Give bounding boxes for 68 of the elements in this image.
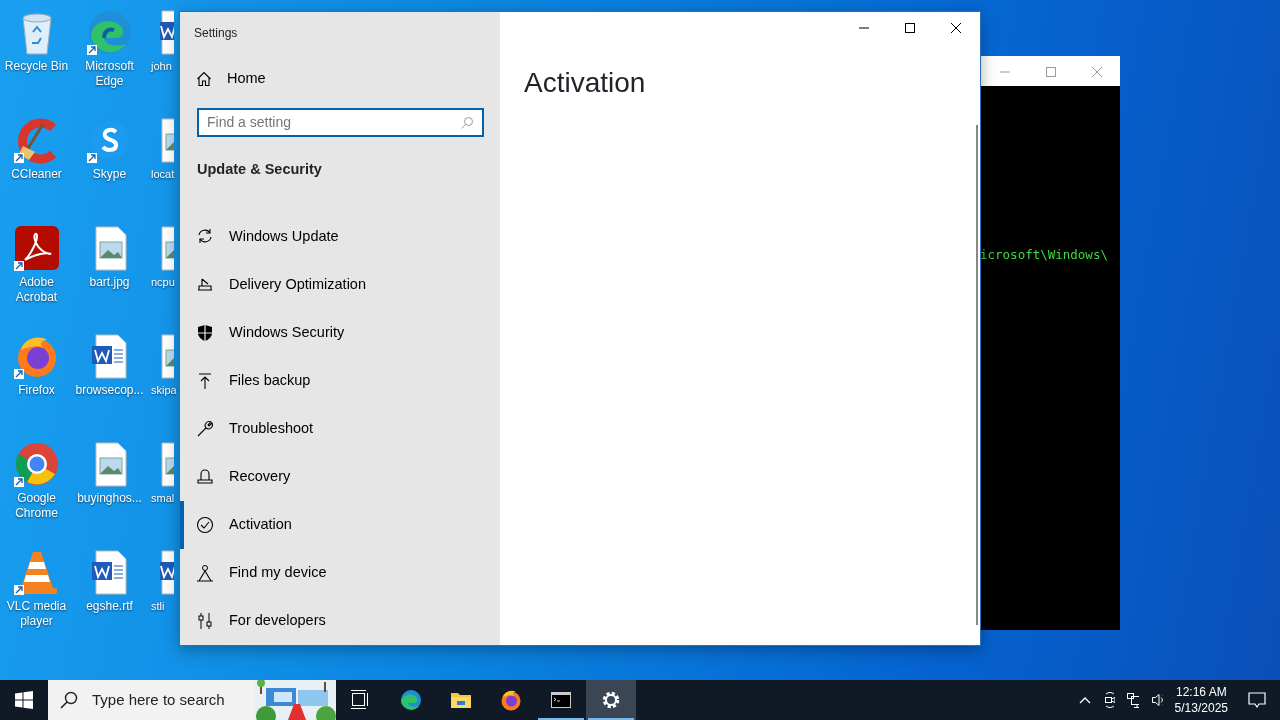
nav-item[interactable]: Activation: [180, 501, 500, 549]
windows-logo-icon: [15, 691, 33, 709]
nav-item[interactable]: For developers: [180, 597, 500, 645]
desktop-shortcut[interactable]: Adobe Acrobat: [0, 224, 73, 305]
desktop-shortcut[interactable]: browsecop...: [73, 332, 146, 398]
search-field[interactable]: Find a setting: [197, 108, 484, 138]
desktop-shortcut[interactable]: Firefox: [0, 332, 73, 398]
chevron-up-icon: [1078, 696, 1091, 704]
document-icon: [160, 548, 174, 596]
close-icon: [1091, 66, 1103, 78]
desktop-shortcut[interactable]: CCleaner: [0, 116, 73, 182]
image-file-icon: [160, 332, 174, 380]
browser-icon: [400, 689, 422, 711]
taskbar-search-field[interactable]: Type here to search: [48, 680, 336, 720]
notification-icon: [1248, 691, 1266, 709]
image-file-icon: [160, 116, 174, 164]
desktop-shortcut[interactable]: bart.jpg: [73, 224, 146, 290]
section-heading: Update & Security: [197, 161, 322, 178]
upload-icon: [196, 372, 214, 390]
desktop-shortcut[interactable]: Recycle Bin: [0, 8, 73, 74]
clock[interactable]: 12:16 AM 5/13/2025: [1168, 684, 1234, 716]
sync-icon: [196, 228, 214, 246]
network-icon: [1126, 692, 1139, 708]
page-title: Activation: [524, 66, 646, 100]
camera-icon: [1102, 692, 1115, 708]
person-icon: [196, 564, 214, 582]
search-input[interactable]: Find a setting: [199, 112, 460, 134]
desktop-shortcut[interactable]: Microsoft Edge: [73, 8, 146, 89]
nav-item[interactable]: Windows Security: [180, 309, 500, 357]
image-file-icon: [160, 224, 174, 272]
desktop-shortcut[interactable]: egshe.rtf: [73, 548, 146, 614]
browser-icon: [12, 440, 61, 488]
pdf-app-icon: [12, 224, 61, 272]
scrollbar[interactable]: [976, 125, 978, 625]
close-icon: [950, 22, 962, 34]
gear-icon: [600, 689, 622, 711]
search-icon: [60, 691, 78, 709]
nav-item[interactable]: Windows Update: [180, 213, 500, 261]
check-circle-icon: [196, 516, 214, 534]
image-file-icon: [160, 440, 174, 488]
desktop-shortcut[interactable]: VLC media player: [0, 548, 73, 629]
desktop-shortcut[interactable]: Google Chrome: [0, 440, 73, 521]
desktop-shortcut[interactable]: Skype: [73, 116, 146, 182]
search-icon: [460, 115, 474, 130]
nav-item[interactable]: Delivery Optimization: [180, 261, 500, 309]
taskbar-app-button[interactable]: [586, 680, 636, 720]
nav-item[interactable]: Troubleshoot: [180, 405, 500, 453]
maximize-icon: [904, 22, 916, 34]
wrench-icon: [196, 420, 214, 438]
recovery-icon: [196, 468, 214, 486]
document-icon: [160, 8, 174, 56]
nav-item[interactable]: Find my device: [180, 549, 500, 597]
nav-item[interactable]: Files backup: [180, 357, 500, 405]
terminal-icon: [550, 689, 572, 711]
shield-icon: [196, 324, 214, 342]
home-link[interactable]: Home: [180, 58, 500, 101]
fox-browser-icon: [500, 689, 522, 711]
sliders-icon: [196, 612, 214, 630]
desktop-shortcut[interactable]: buyinghos...: [73, 440, 146, 506]
home-icon: [196, 71, 212, 88]
delivery-icon: [196, 276, 214, 294]
console-text: icrosoft\Windows\: [980, 247, 1108, 262]
speaker-icon: [1150, 692, 1163, 708]
maximize-icon: [1045, 66, 1057, 78]
search-input[interactable]: Type here to search: [92, 688, 252, 712]
nav-item[interactable]: Recovery: [180, 453, 500, 501]
window-title: Settings: [194, 26, 238, 40]
browser-icon: [85, 8, 134, 56]
